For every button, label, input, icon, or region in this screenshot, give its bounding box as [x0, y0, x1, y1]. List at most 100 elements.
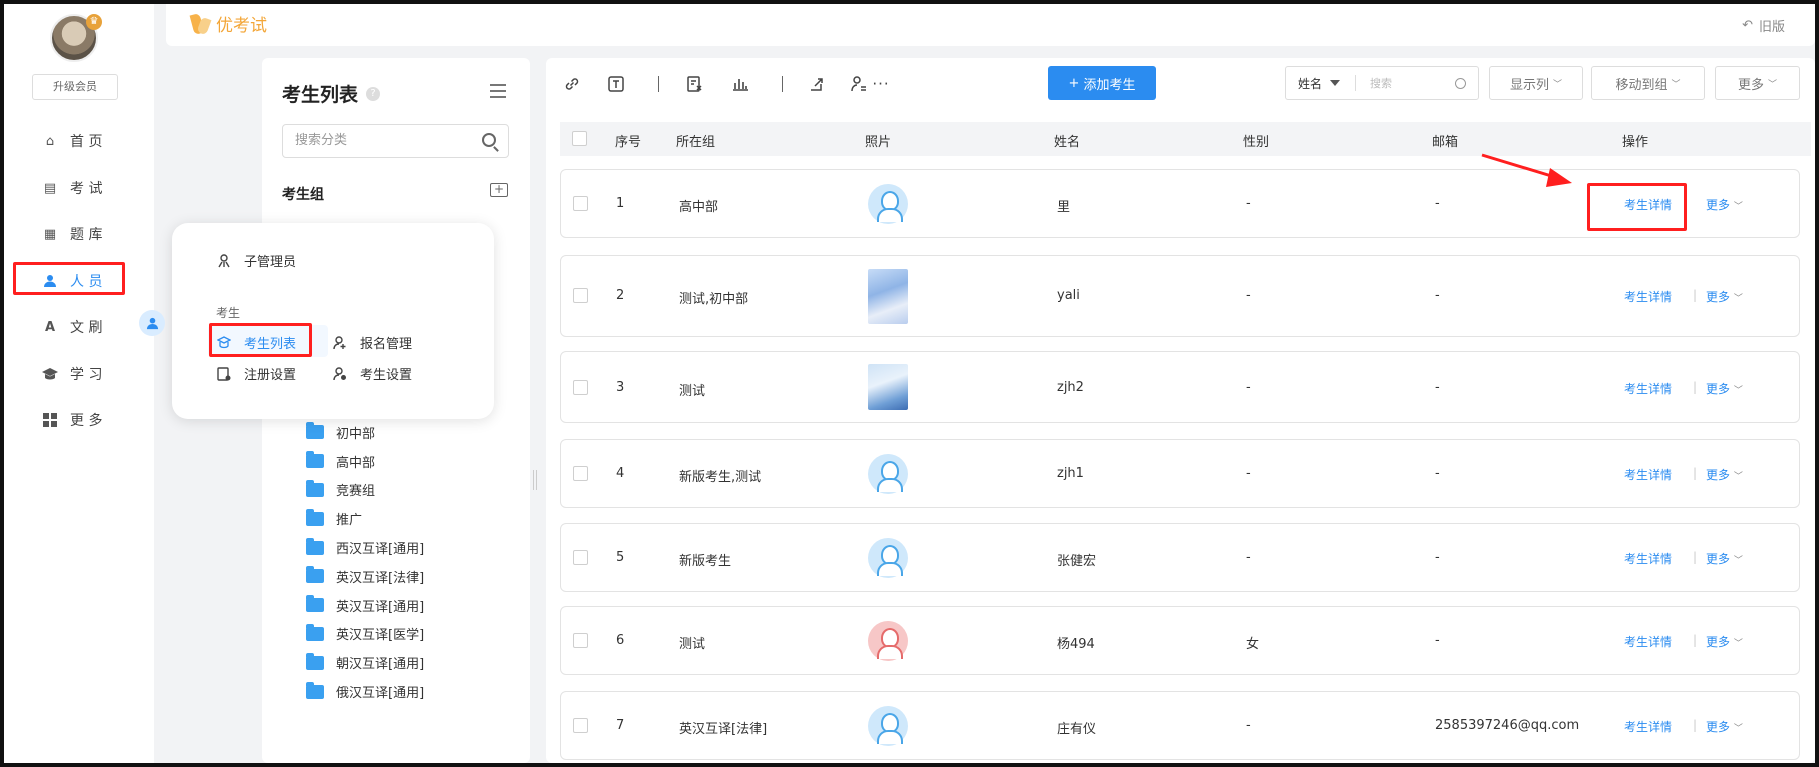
- old-version-link[interactable]: ↶ 旧版: [1742, 16, 1785, 35]
- upgrade-member-button[interactable]: 升级会员: [32, 74, 118, 100]
- search-field-select[interactable]: 姓名: [1286, 75, 1356, 91]
- row-checkbox[interactable]: [573, 633, 588, 648]
- add-folder-icon[interactable]: +: [490, 183, 508, 197]
- nav-item-personnel[interactable]: 人 员: [14, 264, 129, 298]
- folder-item[interactable]: 俄汉互译[通用]: [306, 677, 424, 706]
- menu-item-sub-admin[interactable]: 子管理员: [216, 251, 296, 270]
- export-icon[interactable]: [806, 73, 828, 95]
- row-gender: -: [1246, 380, 1251, 395]
- row-checkbox[interactable]: [573, 718, 588, 733]
- top-bar: 优考试 ↶ 旧版: [166, 4, 1815, 46]
- row-gender: -: [1246, 466, 1251, 481]
- default-avatar-icon: [868, 706, 908, 746]
- search-input[interactable]: 搜索: [1356, 75, 1455, 91]
- row-more-dropdown[interactable]: 更多 ﹀: [1706, 633, 1743, 650]
- examinee-detail-link[interactable]: 考生详情: [1624, 466, 1672, 483]
- more-dropdown[interactable]: 更多 ﹀: [1715, 66, 1800, 100]
- person-list-icon[interactable]: [848, 73, 870, 95]
- collapse-menu-icon[interactable]: [490, 84, 506, 98]
- folder-item[interactable]: 朝汉互译[通用]: [306, 648, 424, 677]
- folder-icon: [306, 508, 324, 526]
- nav-item-text[interactable]: A文 刷: [14, 310, 129, 344]
- nav-item-home[interactable]: ⌂ 首 页: [14, 124, 129, 158]
- nav-item-exam[interactable]: ▤ 考 试: [14, 171, 129, 205]
- table-row: 3 测试 zjh2 - - 考生详情 | 更多 ﹀: [560, 351, 1800, 423]
- panel-resize-handle[interactable]: [533, 470, 537, 490]
- row-checkbox[interactable]: [573, 466, 588, 481]
- examinee-photo: [868, 269, 908, 324]
- nav-item-study[interactable]: 学 习: [14, 357, 129, 391]
- examinee-detail-link[interactable]: 考生详情: [1624, 196, 1672, 213]
- folder-item[interactable]: 推广: [306, 504, 424, 533]
- menu-item-registration-management[interactable]: 报名管理: [332, 333, 412, 352]
- row-checkbox[interactable]: [573, 196, 588, 211]
- folder-item[interactable]: 初中部: [306, 418, 424, 447]
- row-email: 2585397246@qq.com: [1435, 718, 1580, 733]
- row-name: 里: [1057, 200, 1071, 215]
- row-group: 测试: [679, 384, 706, 399]
- row-name: 张健宏: [1057, 554, 1097, 569]
- menu-section-examinee: 考生: [216, 306, 241, 320]
- row-checkbox[interactable]: [573, 288, 588, 303]
- folder-item[interactable]: 英汉互译[医学]: [306, 620, 424, 649]
- header-email: 邮箱: [1432, 135, 1459, 150]
- nav-item-more[interactable]: 更 多: [14, 403, 129, 437]
- table-row: 4 新版考生,测试 zjh1 - - 考生详情 | 更多 ﹀: [560, 439, 1800, 508]
- menu-item-registration-settings[interactable]: 注册设置: [216, 364, 296, 383]
- folder-icon: [306, 537, 324, 555]
- examinee-detail-link[interactable]: 考生详情: [1624, 380, 1672, 397]
- row-more-dropdown[interactable]: 更多 ﹀: [1706, 550, 1743, 567]
- row-more-dropdown[interactable]: 更多 ﹀: [1706, 466, 1743, 483]
- table-row: 2 测试,初中部 yali - - 考生详情 | 更多 ﹀: [560, 255, 1800, 337]
- text-box-icon[interactable]: [605, 73, 627, 95]
- chevron-down-icon: ﹀: [1733, 556, 1743, 566]
- chevron-down-icon: ﹀: [1768, 79, 1778, 90]
- row-group: 测试: [679, 637, 706, 652]
- row-checkbox[interactable]: [573, 550, 588, 565]
- menu-item-examinee-settings[interactable]: 考生设置: [332, 364, 412, 383]
- logo[interactable]: 优考试: [190, 10, 267, 36]
- table-header: 序号 所在组 照片 姓名 性别 邮箱 操作: [560, 122, 1811, 156]
- row-more-dropdown[interactable]: 更多 ﹀: [1706, 718, 1743, 735]
- row-more-dropdown[interactable]: 更多 ﹀: [1706, 380, 1743, 397]
- folder-item[interactable]: 英汉互译[通用]: [306, 591, 424, 620]
- row-name: 杨494: [1057, 637, 1095, 652]
- display-columns-dropdown[interactable]: 显示列 ﹀: [1489, 66, 1583, 100]
- nav-item-question-bank[interactable]: ▦ 题 库: [14, 217, 129, 251]
- delete-form-icon[interactable]: [684, 73, 706, 95]
- bar-chart-icon[interactable]: [729, 73, 751, 95]
- help-icon[interactable]: ?: [366, 86, 381, 101]
- row-gender: -: [1246, 550, 1251, 565]
- examinee-detail-link[interactable]: 考生详情: [1624, 718, 1672, 735]
- personnel-submenu: 子管理员 考生 考生列表 报名管理 注册设置 考生设置: [172, 223, 494, 419]
- row-more-dropdown[interactable]: 更多 ﹀: [1706, 196, 1743, 213]
- toolbar-divider: [782, 76, 783, 92]
- page-title: 考生列表 ?: [282, 80, 381, 107]
- search-icon[interactable]: [1455, 77, 1466, 89]
- folder-item[interactable]: 竞赛组: [306, 476, 424, 505]
- caret-down-icon: [1330, 80, 1341, 86]
- header-photo: 照片: [865, 135, 892, 150]
- table-row: 7 英汉互译[法律] 庄有仪 - 2585397246@qq.com 考生详情 …: [560, 691, 1800, 760]
- folder-icon: [306, 566, 324, 584]
- row-checkbox[interactable]: [573, 380, 588, 395]
- sub-admin-icon: [216, 253, 232, 269]
- folder-item[interactable]: 高中部: [306, 447, 424, 476]
- examinee-detail-link[interactable]: 考生详情: [1624, 633, 1672, 650]
- examinee-detail-link[interactable]: 考生详情: [1624, 288, 1672, 305]
- grid-icon: [42, 412, 58, 428]
- add-examinee-button[interactable]: + 添加考生: [1048, 66, 1156, 100]
- folder-item[interactable]: 西汉互译[通用]: [306, 533, 424, 562]
- chevron-down-icon: ﹀: [1733, 472, 1743, 482]
- move-to-group-dropdown[interactable]: 移动到组 ﹀: [1591, 66, 1705, 100]
- folder-item[interactable]: 英汉互译[法律]: [306, 562, 424, 591]
- row-more-dropdown[interactable]: 更多 ﹀: [1706, 288, 1743, 305]
- female-avatar-icon: [868, 621, 908, 661]
- select-all-checkbox[interactable]: [572, 131, 587, 146]
- more-dots-icon[interactable]: ···: [870, 73, 892, 95]
- category-search-input[interactable]: 搜索分类: [282, 124, 509, 158]
- examinee-detail-link[interactable]: 考生详情: [1624, 550, 1672, 567]
- link-icon[interactable]: [561, 73, 583, 95]
- action-separator: |: [1693, 288, 1698, 302]
- menu-item-examinee-list[interactable]: 考生列表: [216, 333, 296, 352]
